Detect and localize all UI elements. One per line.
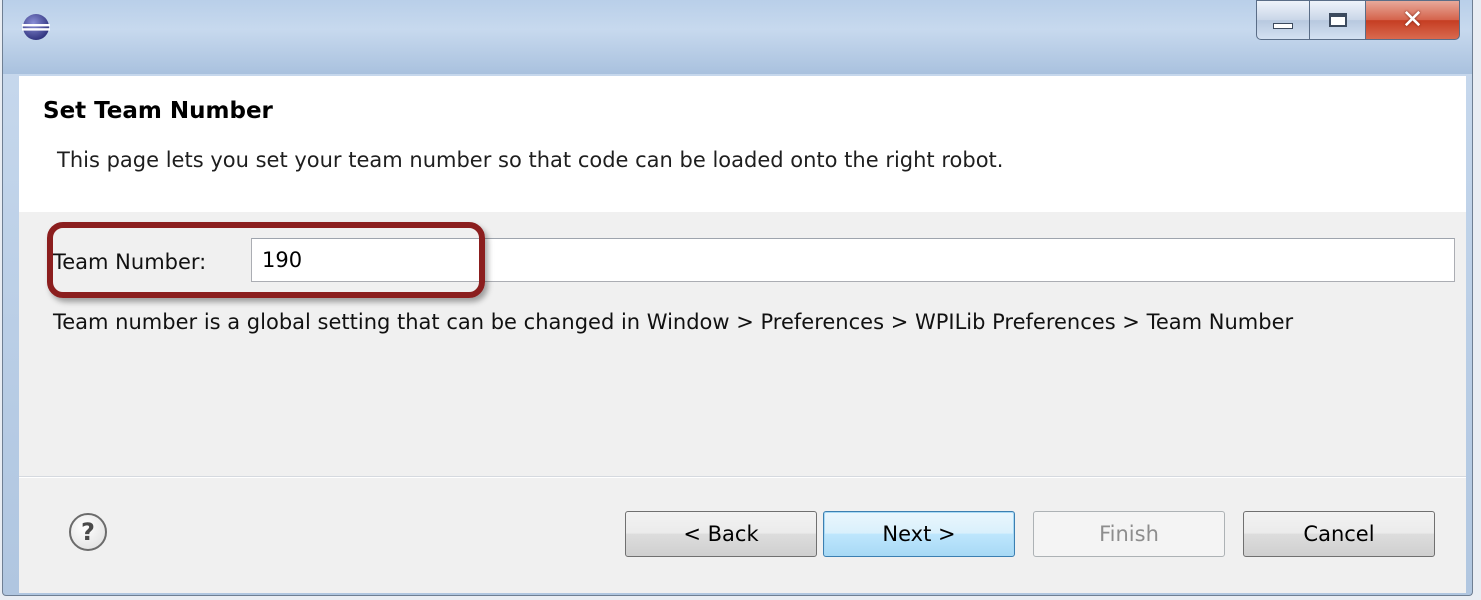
maximize-button[interactable] — [1310, 0, 1366, 40]
cancel-button[interactable]: Cancel — [1243, 511, 1435, 557]
title-bar[interactable]: ✕ — [3, 0, 1472, 74]
next-button[interactable]: Next > — [823, 511, 1015, 557]
window-controls: ✕ — [1256, 0, 1460, 44]
close-icon: ✕ — [1401, 5, 1424, 35]
close-button[interactable]: ✕ — [1366, 0, 1460, 40]
eclipse-app-icon — [22, 14, 50, 40]
team-number-input[interactable] — [251, 238, 1455, 282]
team-number-hint: Team number is a global setting that can… — [53, 310, 1294, 334]
wizard-window: ✕ Set Team Number This page lets you set… — [2, 0, 1473, 596]
back-button[interactable]: < Back — [625, 511, 817, 557]
team-number-label: Team Number: — [53, 250, 207, 274]
help-icon[interactable]: ? — [69, 513, 107, 551]
finish-button[interactable]: Finish — [1033, 511, 1225, 557]
maximize-icon — [1328, 13, 1347, 27]
page-title: Set Team Number — [43, 98, 273, 124]
minimize-icon — [1273, 23, 1293, 29]
wizard-body: Team Number: Team number is a global set… — [19, 212, 1466, 476]
minimize-button[interactable] — [1256, 0, 1310, 40]
page-description: This page lets you set your team number … — [57, 148, 1004, 172]
wizard-footer: ? < Back Next > Finish Cancel — [19, 476, 1466, 593]
wizard-header: Set Team Number This page lets you set y… — [19, 76, 1466, 213]
